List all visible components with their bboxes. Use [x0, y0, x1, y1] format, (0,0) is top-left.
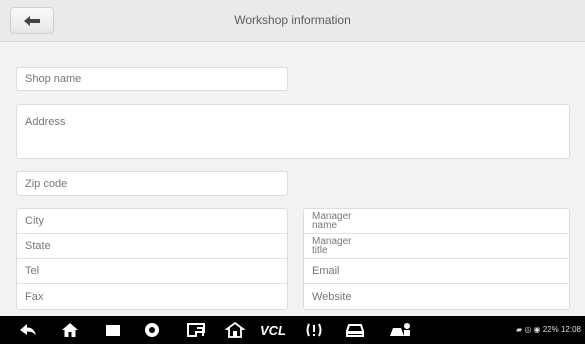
chrome-browser-icon[interactable]	[142, 322, 162, 338]
zip-code-field[interactable]: Zip code	[16, 171, 288, 196]
website-label: Website	[312, 290, 352, 303]
contact-info-table-left: City State Tel Fax	[16, 208, 288, 310]
contact-info-table-right: Manager name Manager title Email Website	[303, 208, 570, 310]
system-nav-bar: VCL ▰ ◎ ◉ 22% 12:08	[0, 316, 585, 344]
tel-label: Tel	[25, 265, 40, 277]
nav-recent-apps-icon[interactable]	[103, 322, 123, 338]
battery-time: 22% 12:08	[542, 325, 581, 334]
shop-name-placeholder: Shop name	[25, 73, 82, 85]
shop-name-field[interactable]: Shop name	[16, 67, 288, 91]
wifi-battery-icons: ▰ ◎ ◉	[515, 325, 543, 334]
tel-field[interactable]: Tel	[17, 259, 287, 284]
address-field[interactable]: Address	[16, 104, 570, 159]
tire-pressure-icon[interactable]	[304, 322, 324, 338]
website-field[interactable]: Website	[304, 284, 569, 309]
address-placeholder: Address	[25, 116, 66, 128]
screen-share-icon[interactable]	[186, 322, 206, 338]
state-label: State	[25, 240, 51, 252]
manager-name-label-line2: name	[312, 220, 338, 231]
manager-title-label-line2: title	[312, 245, 328, 256]
car-icon[interactable]	[344, 322, 366, 338]
city-field[interactable]: City	[17, 209, 287, 234]
fax-label: Fax	[25, 290, 44, 303]
maxifix-home-icon[interactable]	[225, 322, 245, 338]
remote-expert-icon[interactable]	[388, 322, 412, 338]
nav-home-icon[interactable]	[60, 322, 80, 338]
manager-name-field[interactable]: Manager name	[304, 209, 569, 234]
fax-field[interactable]: Fax	[17, 284, 287, 309]
email-label: Email	[312, 265, 340, 277]
status-bar-indicators: ▰ ◎ ◉ 22% 12:08	[516, 325, 581, 334]
manager-title-field[interactable]: Manager title	[304, 234, 569, 259]
city-label: City	[25, 215, 44, 227]
vcl-label: VCL	[260, 322, 286, 338]
vcl-icon[interactable]: VCL	[258, 322, 288, 338]
state-field[interactable]: State	[17, 234, 287, 259]
page-title: Workshop information	[234, 13, 351, 27]
nav-back-icon[interactable]	[18, 322, 38, 338]
title-bar: Workshop information	[0, 0, 585, 42]
email-field[interactable]: Email	[304, 259, 569, 284]
zip-code-placeholder: Zip code	[25, 177, 68, 190]
